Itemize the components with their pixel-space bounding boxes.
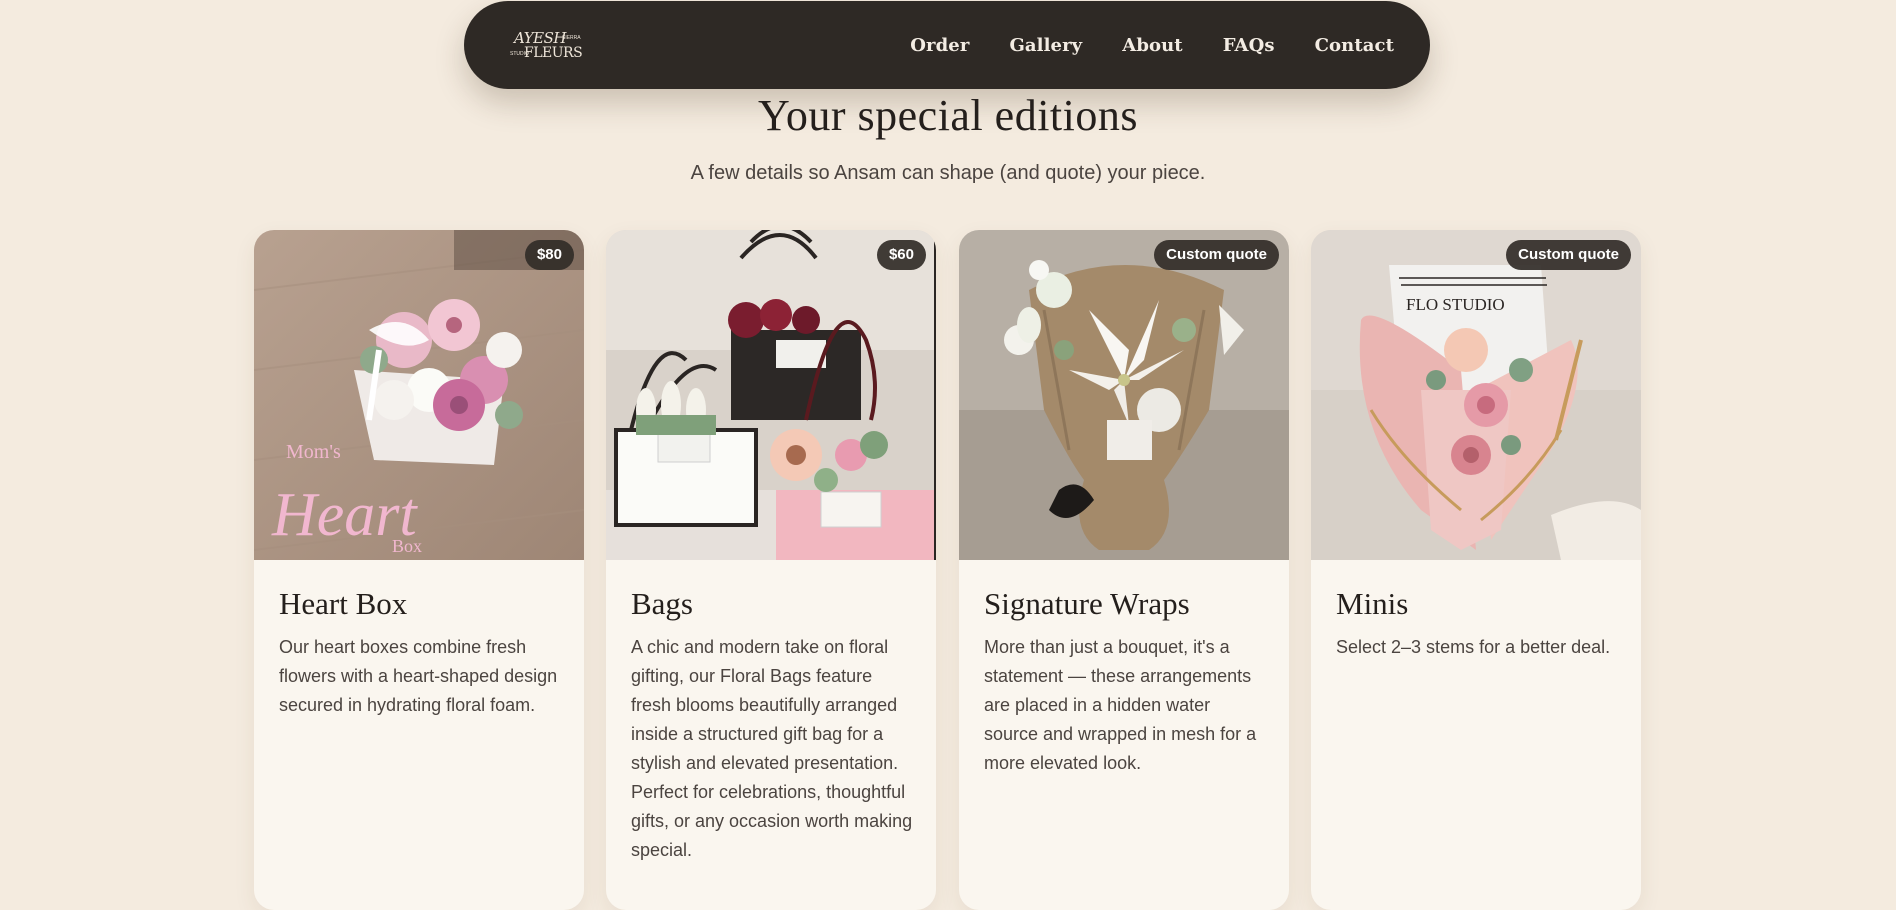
nav-link-contact[interactable]: Contact [1315, 35, 1394, 56]
nav-link-faqs[interactable]: FAQs [1223, 35, 1275, 56]
minis-photo: FLO STUDIO Custom quote [1311, 230, 1641, 560]
card-description: A chic and modern take on floral gifting… [631, 637, 913, 860]
heart-box-image-text-3: Box [392, 536, 422, 556]
logo-small-1: SIERRA [562, 35, 581, 41]
price-badge: $80 [524, 240, 574, 270]
minis-image-text: FLO STUDIO [1406, 295, 1505, 314]
section-title: Your special editions [757, 91, 1138, 140]
price-badge: Custom quote [1506, 240, 1631, 270]
heart-box-image-text-1: Mom's [286, 441, 341, 463]
nav-links: Order Gallery About FAQs Contact [870, 35, 1394, 56]
price-badge: $60 [876, 240, 926, 270]
card-title: Heart Box [279, 586, 408, 621]
nav-link-about[interactable]: About [1122, 35, 1182, 56]
logo-line-2: FLEURS [524, 45, 583, 61]
product-card-minis[interactable]: FLO STUDIO Custom quote Minis Select 2–3… [1311, 230, 1641, 910]
card-title: Bags [631, 586, 693, 621]
heart-box-photo: Mom's Heart Box $80 [254, 230, 584, 560]
card-title: Signature Wraps [984, 586, 1190, 621]
product-card-signature-wraps[interactable]: Custom quote Signature Wraps More than j… [959, 230, 1289, 910]
card-description: Our heart boxes combine fresh flowers wi… [279, 637, 558, 715]
signature-wraps-photo: Custom quote [959, 230, 1289, 560]
brand-logo[interactable]: AYESH SIERRA STUDIO FLEURS [510, 27, 584, 63]
nav-link-order[interactable]: Order [910, 35, 969, 56]
product-card-heart-box[interactable]: Mom's Heart Box $80 Heart Box Our heart … [254, 230, 584, 910]
nav-link-gallery[interactable]: Gallery [1009, 35, 1082, 56]
price-badge: Custom quote [1154, 240, 1279, 270]
card-description: More than just a bouquet, it's a stateme… [984, 637, 1257, 773]
card-title: Minis [1336, 586, 1409, 621]
section-subtitle: A few details so Ansam can shape (and qu… [690, 162, 1206, 184]
bags-photo: $60 [606, 230, 936, 560]
top-navbar: AYESH SIERRA STUDIO FLEURS Order Gallery… [464, 1, 1430, 89]
product-card-bags[interactable]: $60 Bags A chic and modern take on flora… [606, 230, 936, 910]
card-description: Select 2–3 stems for a better deal. [1336, 637, 1611, 657]
